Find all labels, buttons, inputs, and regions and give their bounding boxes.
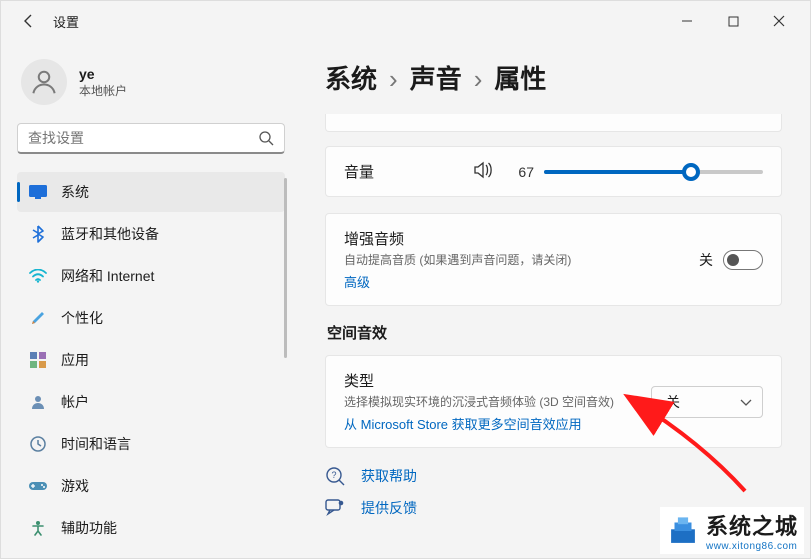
sidebar-item-label: 蓝牙和其他设备 <box>61 224 159 244</box>
account-subtitle: 本地帐户 <box>79 82 127 99</box>
volume-value: 67 <box>504 164 534 180</box>
sidebar-item-label: 时间和语言 <box>61 434 131 454</box>
previous-card-stub <box>325 114 782 132</box>
close-button[interactable] <box>756 5 802 37</box>
enhance-toggle[interactable] <box>723 250 763 270</box>
feedback-icon <box>325 498 345 518</box>
minimize-icon <box>681 15 693 27</box>
spatial-store-link[interactable]: 从 Microsoft Store 获取更多空间音效应用 <box>344 414 635 433</box>
spatial-dropdown-value: 关 <box>666 392 680 412</box>
sidebar-item-accounts[interactable]: 帐户 <box>17 382 285 422</box>
sidebar-item-network[interactable]: 网络和 Internet <box>17 256 285 296</box>
arrow-left-icon <box>21 13 37 29</box>
display-icon <box>29 183 47 201</box>
watermark-logo-icon <box>666 514 700 548</box>
enhance-title: 增强音频 <box>344 228 699 249</box>
back-button[interactable] <box>9 1 49 41</box>
svg-text:?: ? <box>331 470 336 480</box>
search-input[interactable] <box>28 130 258 146</box>
gaming-icon <box>29 477 47 495</box>
spatial-type-dropdown[interactable]: 关 <box>651 386 763 418</box>
main-content: 系统 › 声音 › 属性 音量 67 <box>301 41 810 558</box>
volume-label: 音量 <box>344 161 474 182</box>
breadcrumb: 系统 › 声音 › 属性 <box>325 59 782 96</box>
feedback-label: 提供反馈 <box>361 498 417 518</box>
sidebar-item-accessibility[interactable]: 辅助功能 <box>17 508 285 548</box>
avatar <box>21 59 67 105</box>
enhance-toggle-label: 关 <box>699 250 713 270</box>
account-name: ye <box>79 66 127 82</box>
watermark-url: www.xitong86.com <box>706 541 798 552</box>
sidebar-item-system[interactable]: 系统 <box>17 172 285 212</box>
spatial-section-header: 空间音效 <box>327 322 780 343</box>
help-icon: ? <box>325 466 345 486</box>
volume-card: 音量 67 <box>325 146 782 197</box>
apps-icon <box>29 351 47 369</box>
sidebar-item-label: 帐户 <box>61 392 89 412</box>
sidebar-nav: 系统 蓝牙和其他设备 网络和 Internet <box>17 172 285 548</box>
maximize-icon <box>728 16 739 27</box>
sidebar-item-label: 系统 <box>61 182 89 202</box>
volume-slider-thumb[interactable] <box>682 163 700 181</box>
chevron-down-icon <box>740 394 752 410</box>
accessibility-icon <box>29 519 47 537</box>
search-input-wrap[interactable] <box>17 123 285 154</box>
sidebar-item-time[interactable]: 时间和语言 <box>17 424 285 464</box>
chevron-right-icon: › <box>389 64 398 95</box>
bluetooth-icon <box>29 225 47 243</box>
breadcrumb-properties: 属性 <box>494 59 546 96</box>
watermark-text: 系统之城 <box>706 509 798 541</box>
search-icon <box>258 130 274 146</box>
volume-slider[interactable] <box>544 170 763 174</box>
enhance-audio-card: 增强音频 自动提高音质 (如果遇到声音问题，请关闭) 高级 关 <box>325 213 782 306</box>
sidebar: ye 本地帐户 系统 <box>1 41 301 558</box>
speaker-icon[interactable] <box>474 161 494 182</box>
minimize-button[interactable] <box>664 5 710 37</box>
volume-slider-fill <box>544 170 691 174</box>
maximize-button[interactable] <box>710 5 756 37</box>
paintbrush-icon <box>29 309 47 327</box>
person-icon <box>29 67 59 97</box>
sidebar-item-apps[interactable]: 应用 <box>17 340 285 380</box>
sidebar-item-label: 游戏 <box>61 476 89 496</box>
breadcrumb-system[interactable]: 系统 <box>325 59 377 96</box>
enhance-advanced-link[interactable]: 高级 <box>344 272 699 291</box>
sidebar-item-label: 个性化 <box>61 308 103 328</box>
spatial-type-title: 类型 <box>344 370 635 391</box>
enhance-subtitle: 自动提高音质 (如果遇到声音问题，请关闭) <box>344 251 699 268</box>
account-block[interactable]: ye 本地帐户 <box>21 59 281 105</box>
close-icon <box>773 15 785 27</box>
account-icon <box>29 393 47 411</box>
watermark: 系统之城 www.xitong86.com <box>660 507 804 554</box>
spatial-type-subtitle: 选择模拟现实环境的沉浸式音频体验 (3D 空间音效) <box>344 393 635 410</box>
spatial-type-card: 类型 选择模拟现实环境的沉浸式音频体验 (3D 空间音效) 从 Microsof… <box>325 355 782 448</box>
sidebar-item-label: 辅助功能 <box>61 518 117 538</box>
clock-icon <box>29 435 47 453</box>
get-help-link[interactable]: ? 获取帮助 <box>325 466 782 486</box>
sidebar-item-label: 应用 <box>61 350 89 370</box>
chevron-right-icon: › <box>474 64 483 95</box>
app-title: 设置 <box>53 12 79 31</box>
get-help-label: 获取帮助 <box>361 466 417 486</box>
breadcrumb-sound[interactable]: 声音 <box>410 59 462 96</box>
wifi-icon <box>29 267 47 285</box>
sidebar-scrollbar[interactable] <box>284 178 287 358</box>
sidebar-item-bluetooth[interactable]: 蓝牙和其他设备 <box>17 214 285 254</box>
sidebar-item-personalize[interactable]: 个性化 <box>17 298 285 338</box>
sidebar-item-label: 网络和 Internet <box>61 266 154 286</box>
sidebar-item-gaming[interactable]: 游戏 <box>17 466 285 506</box>
